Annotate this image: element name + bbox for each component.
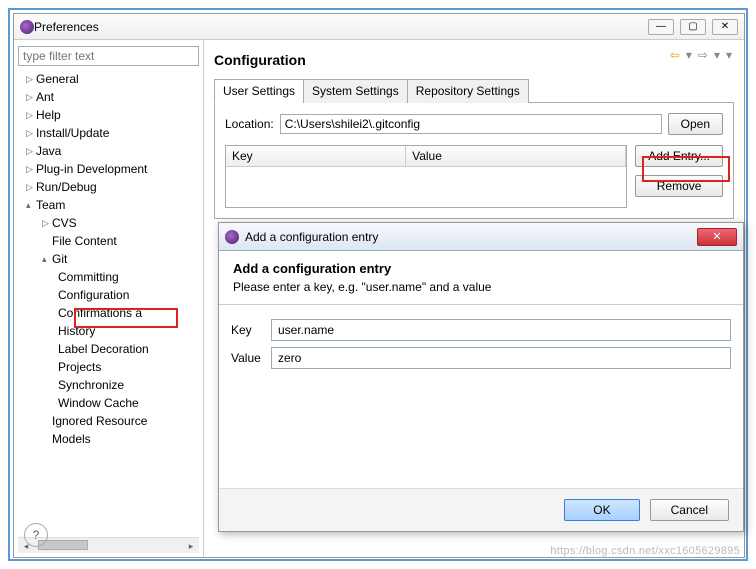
tree-item-plugin[interactable]: ▷Plug-in Development xyxy=(18,160,199,178)
tree-item-install[interactable]: ▷Install/Update xyxy=(18,124,199,142)
key-input[interactable] xyxy=(271,319,731,341)
preference-tree[interactable]: ▷General ▷Ant ▷Help ▷Install/Update ▷Jav… xyxy=(18,70,199,537)
add-entry-button[interactable]: Add Entry... xyxy=(635,145,723,167)
back-menu-icon[interactable]: ▾ xyxy=(684,48,694,62)
cancel-button[interactable]: Cancel xyxy=(650,499,729,521)
tree-item-models[interactable]: Models xyxy=(18,430,199,448)
tree-item-ant[interactable]: ▷Ant xyxy=(18,88,199,106)
tree-item-windowcache[interactable]: Window Cache xyxy=(18,394,199,412)
tree-item-confirmations[interactable]: Confirmations a xyxy=(18,304,199,322)
config-table[interactable]: Key Value xyxy=(225,145,627,208)
titlebar: Preferences — ▢ ✕ xyxy=(14,14,744,40)
open-button[interactable]: Open xyxy=(668,113,723,135)
key-label: Key xyxy=(231,323,271,337)
eclipse-icon xyxy=(20,20,34,34)
close-button[interactable]: ✕ xyxy=(712,19,738,35)
col-key[interactable]: Key xyxy=(226,146,406,166)
sidebar: ▷General ▷Ant ▷Help ▷Install/Update ▷Jav… xyxy=(14,40,204,557)
tab-repository-settings[interactable]: Repository Settings xyxy=(407,79,529,103)
nav-icons: ⇦▾ ⇨▾ ▾ xyxy=(668,48,734,62)
tree-item-cvs[interactable]: ▷CVS xyxy=(18,214,199,232)
col-value[interactable]: Value xyxy=(406,146,626,166)
tree-item-history[interactable]: History xyxy=(18,322,199,340)
tree-item-synchronize[interactable]: Synchronize xyxy=(18,376,199,394)
eclipse-icon xyxy=(225,230,239,244)
maximize-button[interactable]: ▢ xyxy=(680,19,706,35)
value-input[interactable] xyxy=(271,347,731,369)
remove-button[interactable]: Remove xyxy=(635,175,723,197)
dialog-description: Please enter a key, e.g. "user.name" and… xyxy=(233,280,729,294)
tree-item-configuration[interactable]: Configuration xyxy=(18,286,199,304)
location-label: Location: xyxy=(225,117,274,131)
tab-user-settings[interactable]: User Settings xyxy=(214,79,304,103)
page-title: Configuration xyxy=(214,52,668,68)
dialog-titlebar: Add a configuration entry ✕ xyxy=(219,223,743,251)
settings-panel: Location: C:\Users\shilei2\.gitconfig Op… xyxy=(214,103,734,219)
dialog-close-button[interactable]: ✕ xyxy=(697,228,737,246)
filter-input[interactable] xyxy=(18,46,199,66)
tree-item-general[interactable]: ▷General xyxy=(18,70,199,88)
scroll-right-icon[interactable]: ▸ xyxy=(183,538,199,554)
watermark: https://blog.csdn.net/xxc1605629895 xyxy=(550,545,740,557)
tree-item-git[interactable]: ▴Git xyxy=(18,250,199,268)
back-icon[interactable]: ⇦ xyxy=(668,48,682,62)
dialog-heading: Add a configuration entry xyxy=(233,261,729,276)
value-label: Value xyxy=(231,351,271,365)
tree-item-projects[interactable]: Projects xyxy=(18,358,199,376)
tree-item-help[interactable]: ▷Help xyxy=(18,106,199,124)
dialog-title: Add a configuration entry xyxy=(245,230,697,244)
menu-icon[interactable]: ▾ xyxy=(724,48,734,62)
tree-item-committing[interactable]: Committing xyxy=(18,268,199,286)
forward-icon[interactable]: ⇨ xyxy=(696,48,710,62)
location-input[interactable]: C:\Users\shilei2\.gitconfig xyxy=(280,114,662,134)
tab-system-settings[interactable]: System Settings xyxy=(303,79,408,103)
help-button[interactable]: ? xyxy=(24,523,48,547)
tree-item-filecontent[interactable]: File Content xyxy=(18,232,199,250)
tree-item-run[interactable]: ▷Run/Debug xyxy=(18,178,199,196)
tree-item-java[interactable]: ▷Java xyxy=(18,142,199,160)
ok-button[interactable]: OK xyxy=(564,499,639,521)
add-entry-dialog: Add a configuration entry ✕ Add a config… xyxy=(218,222,744,532)
tree-item-team[interactable]: ▴Team xyxy=(18,196,199,214)
minimize-button[interactable]: — xyxy=(648,19,674,35)
tree-item-labeldec[interactable]: Label Decoration xyxy=(18,340,199,358)
window-title: Preferences xyxy=(34,20,648,34)
forward-menu-icon[interactable]: ▾ xyxy=(712,48,722,62)
dialog-header: Add a configuration entry Please enter a… xyxy=(219,251,743,305)
tabs: User Settings System Settings Repository… xyxy=(214,78,734,103)
tree-item-ignored[interactable]: Ignored Resource xyxy=(18,412,199,430)
